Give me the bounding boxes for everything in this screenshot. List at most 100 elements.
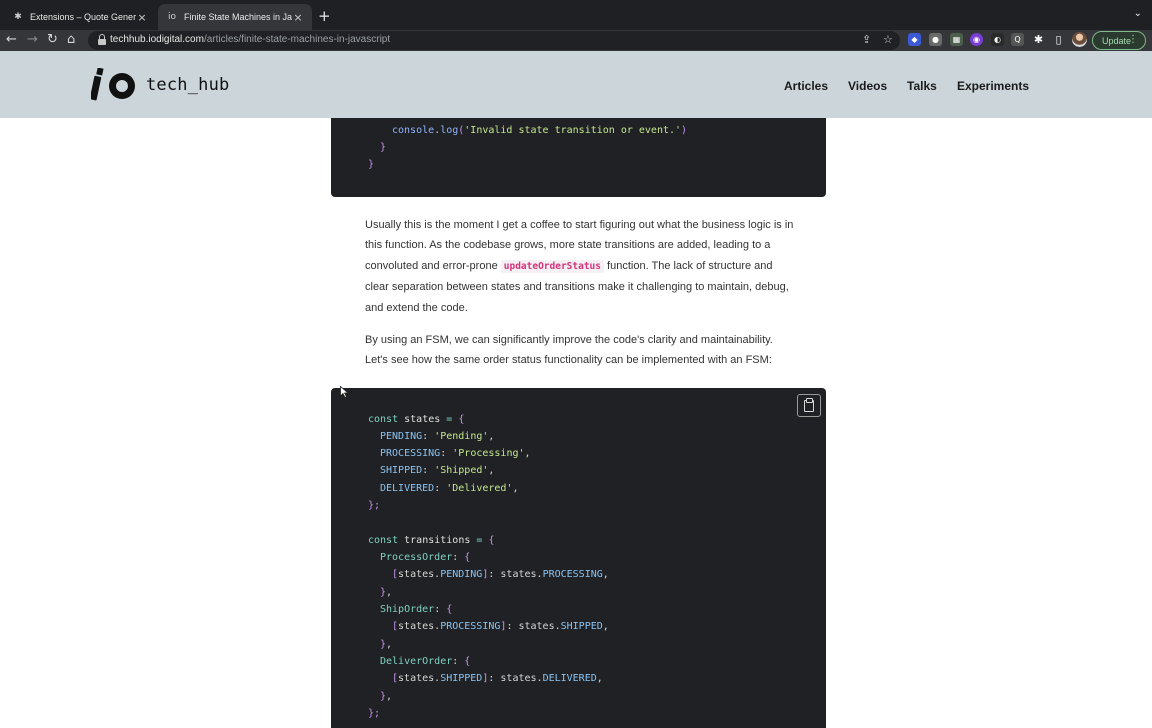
nav-experiments[interactable]: Experiments	[957, 79, 1029, 93]
code-block-fsm: const states = { PENDING: 'Pending', PRO…	[331, 388, 826, 728]
extensions-puzzle-icon[interactable]: ✱	[1032, 33, 1045, 46]
browser-toolbar: ← → ↻ ⌂ techhub.iodigital.com/articles/f…	[0, 30, 1152, 51]
code-token: [	[392, 621, 399, 632]
code-token: ]	[500, 621, 507, 632]
code-token: const	[368, 414, 399, 425]
code-line: const transitions = {	[368, 532, 495, 549]
tab-extensions[interactable]: ✱ Extensions – Quote Generator ×	[4, 4, 156, 30]
code-token: 'Pending'	[434, 431, 489, 442]
article-paragraph: By using an FSM, we can significantly im…	[365, 334, 773, 367]
tab-strip: ✱ Extensions – Quote Generator × io Fini…	[0, 0, 1152, 30]
code-token: }	[380, 587, 387, 598]
code-line: DELIVERED: 'Delivered',	[380, 483, 519, 494]
code-token: }	[380, 691, 387, 702]
code-token: SHIPPED	[560, 621, 603, 632]
reload-icon[interactable]: ↻	[47, 31, 58, 49]
code-line: ShipOrder: {	[380, 604, 453, 615]
copy-code-button[interactable]	[797, 394, 821, 417]
site-header: tech_hub Articles Videos Talks Experimen…	[0, 51, 1152, 118]
lock-icon[interactable]	[98, 34, 106, 45]
code-token: [	[392, 673, 399, 684]
code-token: PROCESSING	[440, 621, 501, 632]
code-token: ]	[482, 569, 489, 580]
back-icon[interactable]: ←	[6, 31, 17, 49]
code-token: 'Shipped'	[434, 465, 489, 476]
nav-articles[interactable]: Articles	[784, 79, 828, 93]
code-block-previous: console.log('Invalid state transition or…	[331, 118, 826, 197]
code-token: [	[392, 569, 399, 580]
code-line: },	[380, 691, 393, 702]
code-token: const	[368, 535, 399, 546]
shield-extension-icon[interactable]: ◆	[908, 33, 921, 46]
code-line: [states.SHIPPED]: states.DELIVERED,	[392, 673, 603, 684]
tab-title: Extensions – Quote Generator	[30, 12, 136, 22]
code-token: log	[440, 125, 459, 136]
code-token: DELIVERED	[542, 673, 597, 684]
code-token: {	[464, 656, 471, 667]
code-token: 'Delivered'	[446, 483, 513, 494]
code-line: PENDING: 'Pending',	[380, 431, 495, 442]
purple-extension-icon[interactable]: ◉	[970, 33, 983, 46]
site-logo-text[interactable]: tech_hub	[146, 75, 229, 95]
code-token: PROCESSING	[380, 448, 441, 459]
update-label: Update	[1102, 35, 1132, 46]
bookmark-star-icon[interactable]: ☆	[883, 33, 893, 46]
code-token: ProcessOrder	[380, 552, 453, 563]
code-token: PROCESSING	[542, 569, 603, 580]
puzzle-icon: ✱	[14, 12, 22, 22]
code-token: ShipOrder	[380, 604, 435, 615]
code-line: };	[368, 500, 381, 511]
code-token: =	[446, 414, 453, 425]
code-token: SHIPPED	[440, 673, 483, 684]
code-line: DeliverOrder: {	[380, 656, 471, 667]
profile-avatar[interactable]	[1072, 32, 1087, 47]
io-favicon-icon: io	[167, 12, 176, 22]
new-tab-button[interactable]: +	[318, 7, 331, 25]
home-icon[interactable]: ⌂	[67, 31, 75, 49]
update-button[interactable]: Update ⋮	[1092, 31, 1146, 50]
dark-extension-icon[interactable]: ◐	[991, 33, 1004, 46]
nav-talks[interactable]: Talks	[907, 79, 937, 93]
code-token: DELIVERED	[380, 483, 435, 494]
code-token: {	[458, 414, 465, 425]
code-line: PROCESSING: 'Processing',	[380, 448, 531, 459]
code-line: },	[380, 587, 393, 598]
side-panel-icon[interactable]: ▯	[1052, 33, 1065, 46]
tab-title: Finite State Machines in JavaS	[184, 12, 292, 22]
io-logo-icon[interactable]	[91, 68, 137, 101]
grid-extension-icon[interactable]: ▦	[950, 33, 963, 46]
q-extension-icon[interactable]: Q	[1011, 33, 1024, 46]
forward-icon[interactable]: →	[27, 31, 38, 49]
mouse-cursor-icon	[340, 386, 350, 398]
code-token: ]	[482, 673, 489, 684]
code-token: SHIPPED	[380, 465, 423, 476]
close-tab-icon[interactable]: ×	[136, 11, 148, 24]
code-line: ProcessOrder: {	[380, 552, 471, 563]
code-line: [states.PROCESSING]: states.SHIPPED,	[392, 621, 609, 632]
camera-extension-icon[interactable]: ●	[929, 33, 942, 46]
url-path: /articles/finite-state-machines-in-javas…	[203, 34, 391, 45]
tab-search-icon[interactable]: ⌄	[1134, 8, 1142, 19]
code-token: =	[476, 535, 483, 546]
close-tab-icon[interactable]: ×	[292, 11, 304, 24]
code-line: };	[368, 708, 381, 719]
code-token: {	[464, 552, 471, 563]
code-token: {	[446, 604, 453, 615]
article-paragraph: Usually this is the moment I get a coffe…	[365, 215, 795, 318]
menu-dots-icon[interactable]: ⋮	[1128, 34, 1138, 45]
code-token: 'Invalid state transition or event.'	[464, 125, 682, 136]
share-icon[interactable]: ⇪	[862, 33, 871, 46]
code-token: console	[392, 125, 435, 136]
tab-article[interactable]: io Finite State Machines in JavaS ×	[158, 4, 312, 30]
code-token: {	[488, 535, 495, 546]
code-line: }	[368, 159, 375, 170]
code-line: SHIPPED: 'Shipped',	[380, 465, 495, 476]
code-token: }	[380, 639, 387, 650]
address-bar[interactable]: techhub.iodigital.com/articles/finite-st…	[88, 31, 900, 50]
code-token: )	[681, 125, 688, 136]
code-line: }	[380, 142, 387, 153]
url-text[interactable]: techhub.iodigital.com/articles/finite-st…	[110, 34, 390, 45]
nav-videos[interactable]: Videos	[848, 79, 887, 93]
code-token: PENDING	[380, 431, 423, 442]
code-line: [states.PENDING]: states.PROCESSING,	[392, 569, 609, 580]
